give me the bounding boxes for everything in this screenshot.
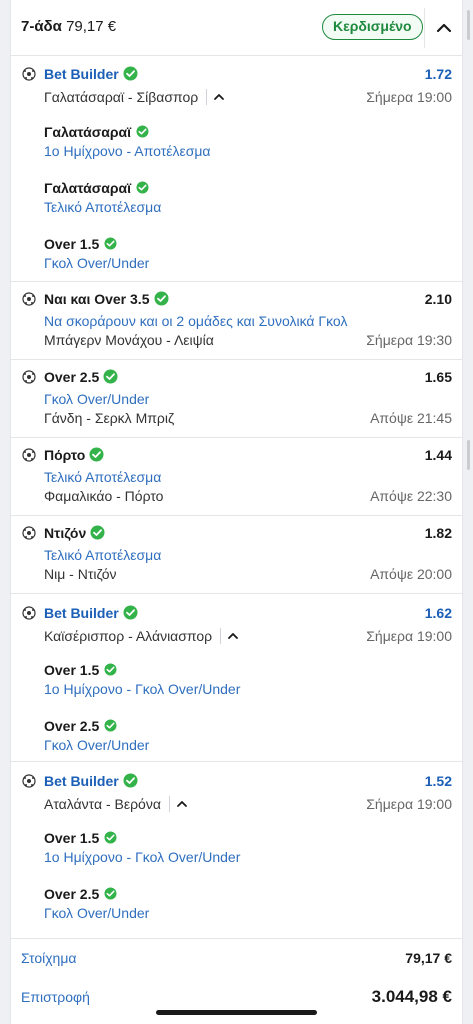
match-time: Απόψε 21:45 — [370, 410, 452, 426]
soccer-ball-icon — [22, 67, 36, 81]
divider — [11, 938, 462, 939]
stake-value: 79,17 € — [405, 950, 452, 966]
selection-odds: 1.44 — [424, 447, 452, 463]
check-circle-icon — [103, 369, 118, 384]
selection-item[interactable]: Πόρτο 1.44 Τελικό Αποτέλεσμα Φαμαλικάο -… — [11, 438, 462, 516]
match-time: Σήμερα 19:30 — [366, 332, 452, 348]
soccer-ball-icon — [22, 774, 36, 788]
selection-odds: 1.72 — [424, 66, 452, 82]
bet-builder-leg: Over 1.5 1ο Ημίχρονο - Γκολ Over/Under — [11, 659, 462, 715]
match-name: Αταλάντα - Βερόνα — [44, 793, 188, 815]
check-circle-icon — [89, 447, 104, 462]
match-name: Γάνδη - Σερκλ Μπριζ — [44, 410, 175, 426]
match-name: Φαμαλικάο - Πόρτο — [44, 488, 164, 504]
selection-item[interactable]: Over 2.5 1.65 Γκολ Over/Under Γάνδη - Σε… — [11, 360, 462, 438]
leg-market: 1ο Ημίχρονο - Αποτέλεσμα — [44, 143, 211, 159]
leg-market: Γκολ Over/Under — [44, 737, 150, 753]
selection-name: Ντιζόν — [44, 522, 105, 544]
soccer-ball-icon — [22, 526, 36, 540]
selection-name: Πόρτο — [44, 444, 104, 466]
divider — [424, 8, 425, 48]
soccer-ball-icon — [22, 448, 36, 462]
soccer-ball-icon — [22, 370, 36, 384]
match-name: Μπάγερν Μονάχου - Λειψία — [44, 332, 214, 348]
leg-market: Γκολ Over/Under — [44, 255, 150, 271]
match-name: Καϊσέρισπορ - Αλάνιασπορ — [44, 625, 239, 647]
check-circle-icon — [104, 663, 117, 676]
check-circle-icon — [104, 719, 117, 732]
home-indicator[interactable] — [156, 1010, 317, 1015]
collapse-chevron-up-icon[interactable] — [433, 18, 455, 38]
leg-market: Γκολ Over/Under — [44, 905, 150, 921]
selection-odds: 1.82 — [424, 525, 452, 541]
soccer-ball-icon — [22, 292, 36, 306]
selection-bet-builder-2[interactable]: Bet Builder 1.62 Καϊσέρισπορ - Αλάνιασπο… — [11, 594, 462, 762]
match-time: Σήμερα 19:00 — [366, 628, 452, 644]
selection-name: Ναι και Over 3.5 — [44, 288, 169, 310]
bet-slip-card: 7-άδα 79,17 € Κερδισμένο Bet Builder 1.7… — [10, 0, 463, 1024]
bet-header[interactable]: 7-άδα 79,17 € Κερδισμένο — [11, 0, 462, 56]
selection-odds: 1.65 — [424, 369, 452, 385]
chevron-up-icon[interactable] — [227, 631, 239, 641]
check-circle-icon — [104, 237, 117, 250]
check-circle-icon — [104, 887, 117, 900]
leg-market: 1ο Ημίχρονο - Γκολ Over/Under — [44, 849, 241, 865]
selection-name: Bet Builder — [44, 63, 138, 85]
match-time: Σήμερα 19:00 — [366, 796, 452, 812]
stake-row: Στοίχημα 79,17 € — [11, 946, 462, 970]
check-circle-icon — [136, 125, 149, 138]
bet-stake: 79,17 € — [66, 18, 117, 35]
selection-name: Bet Builder — [44, 770, 138, 792]
check-circle-icon — [154, 291, 168, 306]
match-time: Απόψε 20:00 — [370, 566, 452, 582]
check-circle-icon — [123, 605, 138, 620]
chevron-up-icon[interactable] — [213, 92, 225, 102]
selection-item[interactable]: Ντιζόν 1.82 Τελικό Αποτέλεσμα Νιμ - Ντιζ… — [11, 516, 462, 594]
selection-odds: 2.10 — [424, 291, 452, 307]
bet-builder-leg: Γαλατάσαραϊ 1ο Ημίχρονο - Αποτέλεσμα — [11, 121, 462, 177]
bet-builder-leg: Over 2.5 Γκολ Over/Under — [11, 883, 462, 939]
chevron-up-icon[interactable] — [176, 799, 188, 809]
return-label: Επιστροφή — [21, 989, 90, 1005]
match-time: Απόψε 22:30 — [370, 488, 452, 504]
bet-builder-leg: Over 1.5 Γκολ Over/Under — [11, 233, 462, 289]
match-name: Γαλατάσαραϊ - Σίβασπορ — [44, 86, 225, 108]
leg-market: 1ο Ημίχρονο - Γκολ Over/Under — [44, 681, 241, 697]
return-row: Επιστροφή 3.044,98 € — [11, 985, 462, 1009]
match-time: Σήμερα 19:00 — [366, 89, 452, 105]
selection-item[interactable]: Ναι και Over 3.5 2.10 Να σκοράρουν και ο… — [11, 282, 462, 360]
check-circle-icon — [123, 773, 138, 788]
selection-name: Bet Builder — [44, 602, 138, 624]
check-circle-icon — [136, 181, 149, 194]
scrollbar-thumb[interactable] — [467, 440, 470, 470]
check-circle-icon — [90, 525, 105, 540]
soccer-ball-icon — [22, 606, 36, 620]
selection-bet-builder-1[interactable]: Bet Builder 1.72 Γαλατάσαραϊ - Σίβασπορ … — [11, 57, 462, 282]
status-badge: Κερδισμένο — [322, 14, 423, 40]
check-circle-icon — [104, 831, 117, 844]
scrollbar-thumb[interactable] — [467, 10, 470, 40]
bet-type: 7-άδα — [21, 18, 62, 35]
selection-name: Over 2.5 — [44, 366, 118, 388]
selection-odds: 1.52 — [424, 773, 452, 789]
selection-odds: 1.62 — [424, 605, 452, 621]
stake-label: Στοίχημα — [21, 950, 77, 966]
return-value: 3.044,98 € — [371, 987, 452, 1006]
leg-market: Τελικό Αποτέλεσμα — [44, 199, 162, 215]
check-circle-icon — [123, 66, 138, 81]
bet-builder-leg: Γαλατάσαραϊ Τελικό Αποτέλεσμα — [11, 177, 462, 233]
match-name: Νιμ - Ντιζόν — [44, 566, 117, 582]
selection-bet-builder-3[interactable]: Bet Builder 1.52 Αταλάντα - Βερόνα Σήμερ… — [11, 762, 462, 938]
bet-title: 7-άδα 79,17 € — [21, 18, 116, 35]
bet-builder-leg: Over 1.5 1ο Ημίχρονο - Γκολ Over/Under — [11, 827, 462, 883]
